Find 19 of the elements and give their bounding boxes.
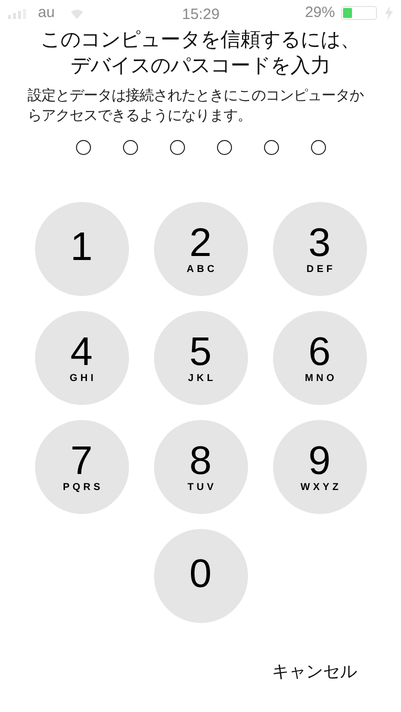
battery-icon	[341, 6, 377, 20]
keypad-key[interactable]: 5 JKL	[154, 311, 248, 405]
keypad-key[interactable]: 1	[34, 202, 128, 296]
keypad-key[interactable]: 3 DEF	[272, 202, 366, 296]
battery-percent-text: 29%	[304, 2, 335, 23]
carrier-text: au	[38, 2, 55, 23]
time-text: 15:29	[182, 5, 220, 25]
message-text: 設定とデータは接続されたときにこのコンピュータからアクセスできるようになります。	[28, 86, 365, 126]
keypad-key[interactable]: 9 WXYZ	[272, 420, 366, 514]
cancel-button[interactable]: キャンセル	[272, 660, 357, 686]
keypad-key[interactable]: 7 PQRS	[34, 420, 128, 514]
keypad-key[interactable]: 8 TUV	[154, 420, 248, 514]
keypad-key[interactable]: 6 MNO	[272, 311, 366, 405]
title-text: デバイスのパスコードを入力	[70, 52, 330, 78]
keypad-key[interactable]: 0	[154, 529, 248, 623]
title-text: このコンピュータを信頼するには、	[40, 26, 360, 52]
keypad-key[interactable]: 2 ABC	[154, 202, 248, 296]
keypad-key[interactable]: 4 GHI	[34, 311, 128, 405]
wifi-icon	[68, 7, 85, 19]
